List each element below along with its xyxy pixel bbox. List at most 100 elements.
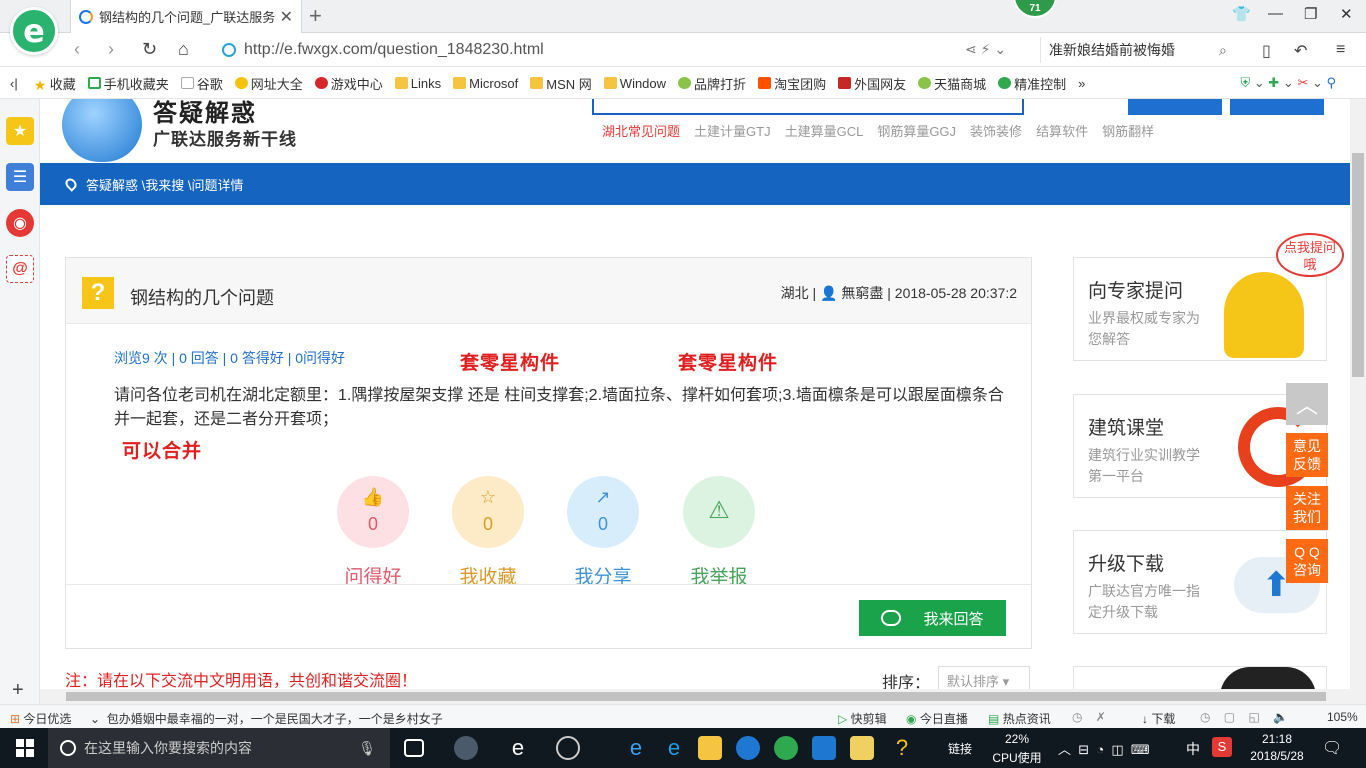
zoom-level[interactable]: 105% (1327, 710, 1358, 724)
back-to-top-button[interactable]: ︿ (1286, 383, 1328, 425)
minimize-icon[interactable]: — (1268, 5, 1283, 22)
add-sidebar-icon[interactable]: + (12, 679, 24, 702)
follow-us-button[interactable]: 关注我们 (1286, 486, 1328, 530)
chrome-like-icon[interactable] (556, 736, 580, 760)
refresh-icon[interactable]: ↻ (142, 39, 157, 60)
url-text[interactable]: http://e.fwxgx.com/question_1848230.html (244, 41, 544, 59)
hot-link-gcl[interactable]: 土建算量GCL (785, 121, 864, 140)
favorite-action[interactable]: ☆ 0 我收藏 (451, 476, 525, 589)
mascot-speech-bubble[interactable]: 点我提问哦 (1276, 233, 1344, 277)
status-tool-icons[interactable]: ◷ ✗ (1072, 710, 1106, 724)
hot-link-rebar[interactable]: 钢筋翻样 (1102, 121, 1154, 140)
forward-icon[interactable]: › (108, 39, 114, 60)
clock-date[interactable]: 2018/5/28 (1244, 749, 1310, 763)
answer-nav-button[interactable] (1230, 99, 1324, 115)
bookmark-google[interactable]: 谷歌 (180, 74, 223, 93)
answer-button[interactable]: 我来回答 (859, 600, 1006, 636)
downloads[interactable]: ↓ 下载 (1142, 710, 1175, 727)
ask-button[interactable] (1128, 99, 1222, 115)
sort-select[interactable]: 默认排序 ▾ (938, 666, 1030, 689)
like-circle[interactable]: 👍 0 (337, 476, 409, 548)
ie-icon[interactable]: e (662, 736, 686, 760)
expert-profile-card[interactable] (1073, 666, 1327, 689)
task-view-icon[interactable] (404, 739, 424, 757)
ime-indicator[interactable]: 中 (1186, 739, 1200, 759)
file-explorer-icon[interactable] (698, 736, 722, 760)
back-icon[interactable]: ‹ (74, 39, 80, 60)
hot-link-hubei[interactable]: 湖北常见问题 (602, 121, 680, 140)
bookmark-links[interactable]: Links (394, 76, 441, 91)
bookmark-hao[interactable]: 网址大全 (234, 74, 303, 93)
active-browser-icon[interactable] (774, 736, 798, 760)
like-action[interactable]: 👍 0 问得好 (336, 476, 410, 589)
hot-link-decoration[interactable]: 装饰装修 (970, 121, 1022, 140)
notification-badge[interactable]: 71 (1013, 0, 1057, 18)
restore-icon[interactable]: ❐ (1304, 5, 1317, 23)
weibo-icon[interactable]: ◉ (6, 209, 34, 237)
news-ticker[interactable]: ⌄ 包办婚姻中最幸福的一对，一个是民国大才子，一个是乡村女子 (90, 710, 443, 727)
site-search-input[interactable] (592, 99, 1024, 115)
bookmark-brand[interactable]: 品牌打折 (678, 74, 746, 93)
taskbar-search[interactable]: 在这里输入你要搜索的内容 🎙 (48, 728, 390, 768)
mascot-logo[interactable] (62, 99, 142, 162)
qq-consult-button[interactable]: Q Q咨询 (1286, 539, 1328, 583)
hot-link-gtj[interactable]: 土建计量GTJ (694, 121, 771, 140)
favorites-star-icon[interactable]: ★ (6, 117, 34, 145)
status-misc-icons[interactable]: ◷ ▢ ◱ 🔈 (1200, 710, 1288, 724)
hot-link-ggj[interactable]: 钢筋算量GGJ (877, 121, 956, 140)
mail-icon[interactable]: @ (6, 255, 34, 283)
bookmark-mobile[interactable]: 手机收藏夹 (87, 74, 169, 93)
bookmark-taobao[interactable]: 淘宝团购 (758, 74, 826, 93)
menu-icon[interactable]: ≡ (1336, 41, 1345, 59)
tray-icons[interactable]: ︿ ⊟ ◔ ◫ ⌨ (1058, 739, 1150, 758)
bookmark-microsoft[interactable]: Microsof (453, 76, 518, 91)
search-box[interactable]: ⌕ (1040, 37, 1240, 63)
hot-news[interactable]: ▤ 热点资讯 (988, 710, 1051, 727)
close-window-icon[interactable]: ✕ (1340, 5, 1353, 23)
edge-blue-icon[interactable]: e (624, 736, 648, 760)
breadcrumb-text[interactable]: 答疑解惑 \我来搜 \问题详情 (86, 175, 243, 194)
action-center-icon[interactable]: 🗨 (1322, 738, 1342, 758)
extension-icons[interactable]: ⛨ ⌄ ✚ ⌄ ✂ ⌄ ⚲ (1241, 75, 1336, 91)
undo-icon[interactable]: ↶ (1294, 41, 1307, 61)
microphone-icon[interactable]: 🎙 (358, 740, 376, 757)
notes-app-icon[interactable] (850, 736, 874, 760)
vertical-scrollbar[interactable] (1350, 99, 1366, 689)
bookmark-games[interactable]: 游戏中心 (314, 74, 383, 93)
daily-picks[interactable]: ⊞ 今日优选 (10, 710, 71, 727)
search-icon[interactable]: ⌕ (1219, 42, 1227, 59)
browser-tab[interactable]: 钢结构的几个问题_广联达服务新 ✕ (70, 0, 302, 33)
share-action[interactable]: ↗ 0 我分享 (566, 476, 640, 589)
fan-app-icon[interactable] (454, 736, 478, 760)
bookmark-foreign[interactable]: 外国网友 (838, 74, 906, 93)
horizontal-scroll-thumb[interactable] (66, 692, 1326, 701)
share-icon[interactable]: ⋖ ⚡ ⌄ (965, 41, 1006, 58)
clock-time[interactable]: 21:18 (1244, 732, 1310, 746)
home-icon[interactable]: ⌂ (178, 39, 189, 60)
bookmark-precise[interactable]: 精准控制 (998, 74, 1066, 93)
glodon-icon[interactable] (736, 736, 760, 760)
bookmark-msn[interactable]: MSN 网 (530, 74, 592, 93)
horizontal-scrollbar[interactable] (40, 689, 1366, 704)
edge-icon[interactable]: e (506, 736, 530, 760)
bookmark-tmall[interactable]: 天猫商城 (918, 74, 986, 93)
quick-edit[interactable]: ▷ 快剪辑 (838, 710, 887, 727)
sidebar-toggle-icon[interactable]: ‹| (10, 76, 18, 91)
mobile-icon[interactable]: ▯ (1262, 41, 1271, 61)
tab-close-icon[interactable]: ✕ (280, 7, 293, 27)
browser-logo[interactable]: e (10, 7, 58, 55)
report-action[interactable]: ⚠ 我举报 (682, 476, 756, 589)
new-tab-button[interactable]: + (309, 3, 322, 29)
sogou-ime-icon[interactable]: S (1212, 737, 1232, 757)
bookmark-favorites[interactable]: ★ 收藏 (34, 74, 76, 94)
skin-icon[interactable]: 👕 (1232, 5, 1251, 23)
favorite-circle[interactable]: ☆ 0 (452, 476, 524, 548)
help-app-icon[interactable]: ? (890, 736, 914, 760)
bookmark-windows[interactable]: Window (603, 76, 666, 91)
plus-app-icon[interactable] (812, 736, 836, 760)
reading-list-icon[interactable]: ☰ (6, 163, 34, 191)
bookmarks-more[interactable]: » (1078, 76, 1085, 91)
address-bar[interactable]: http://e.fwxgx.com/question_1848230.html (222, 37, 1032, 63)
report-circle[interactable]: ⚠ (683, 476, 755, 548)
windows-start-icon[interactable] (16, 739, 34, 757)
